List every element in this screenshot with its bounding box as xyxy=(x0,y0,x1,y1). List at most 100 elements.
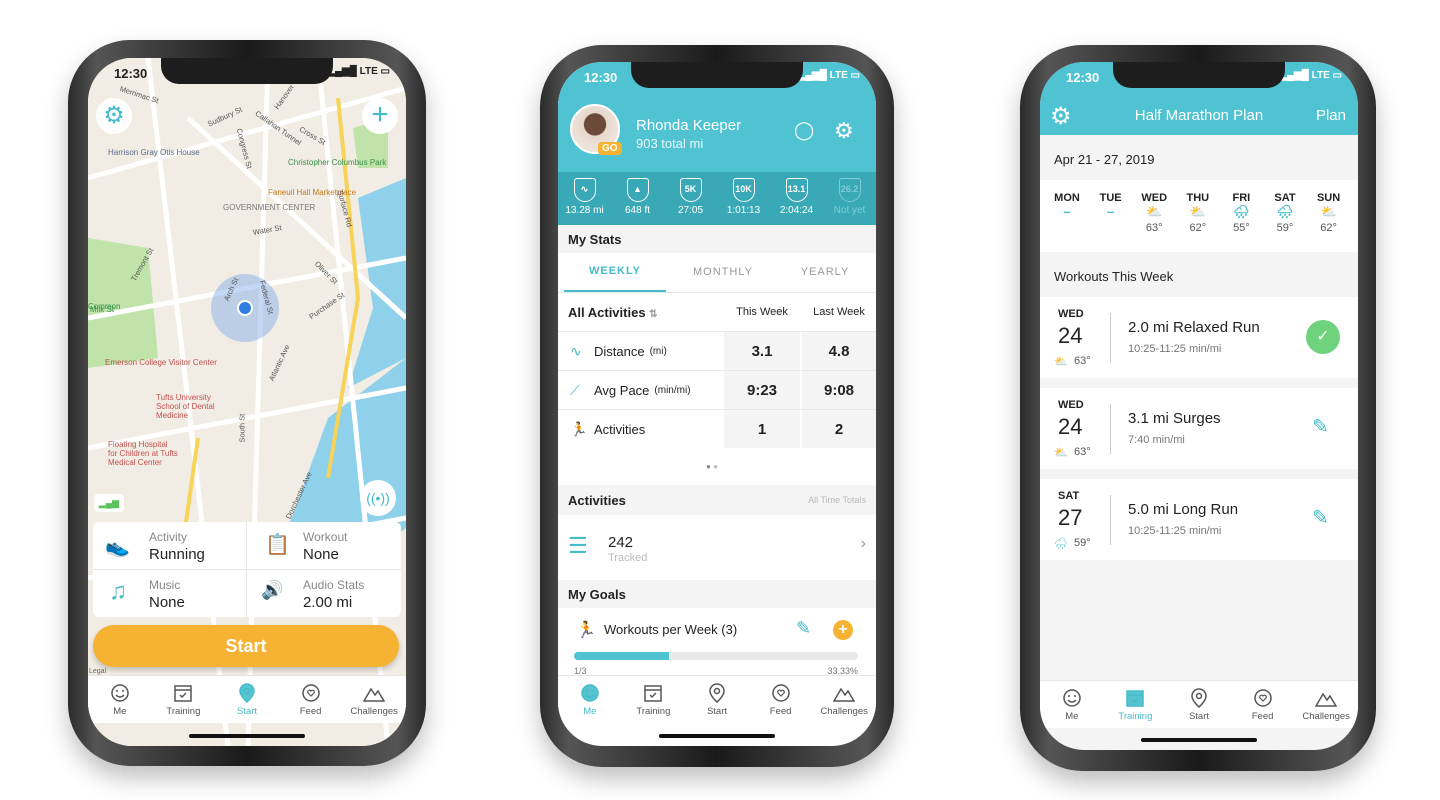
record-badge[interactable]: ∿ 13.28 mi xyxy=(558,172,611,225)
activities-tracked-row[interactable]: ☰ 242 Tracked › xyxy=(558,515,876,580)
total-miles: 903 total mi xyxy=(636,136,704,151)
workout-card[interactable]: SAT 27 🌧 59° 5.0 mi Long Run 10:25-11:25 min/… xyxy=(1040,479,1358,560)
tab-start[interactable]: Start xyxy=(685,676,749,723)
divider xyxy=(1110,313,1111,363)
tab-bar: Me Training Start Feed Challenges xyxy=(558,675,876,723)
shield-icon: 13.1 xyxy=(785,178,808,202)
tab-label: Training xyxy=(636,706,671,717)
broadcast-button[interactable]: ((•)) xyxy=(360,480,396,516)
tab-start[interactable]: Start xyxy=(1167,681,1231,728)
divider xyxy=(1110,404,1111,454)
distance-icon: ∿ xyxy=(570,342,582,359)
forecast-day: SAT 🌧 59° xyxy=(1263,192,1307,234)
add-goal-button[interactable]: + xyxy=(833,620,853,640)
settings-button[interactable]: ⚙ xyxy=(834,118,854,144)
location-pin-icon xyxy=(685,682,749,704)
rain-icon: 🌧 xyxy=(1054,538,1068,550)
edit-icon[interactable]: ✎ xyxy=(1312,414,1329,439)
record-badge[interactable]: 26.2 Not yet xyxy=(823,172,876,225)
tab-label: Feed xyxy=(1251,711,1274,722)
personal-records: ∿ 13.28 mi ▲ 648 ft 5K 27:05 10K 1:01:13 13.1 2:0… xyxy=(558,172,876,225)
list-icon: ☰ xyxy=(568,533,588,558)
chat-icon: ◯ xyxy=(794,120,815,140)
tab-label: Me xyxy=(583,706,597,717)
record-badge[interactable]: ▲ 648 ft xyxy=(611,172,664,225)
record-badge[interactable]: 13.1 2:04:24 xyxy=(770,172,823,225)
tab-me[interactable]: Me xyxy=(558,676,622,723)
tab-label: Start xyxy=(706,706,728,717)
calendar-check-icon xyxy=(1104,687,1168,709)
tab-me[interactable]: Me xyxy=(1040,681,1104,728)
shoe-icon: ⟋ xyxy=(570,381,580,398)
tab-weekly[interactable]: WEEKLY xyxy=(564,253,666,292)
audio-stats-card[interactable]: 🔊 Audio Stats 2.00 mi xyxy=(247,570,401,617)
shield-icon: ∿ xyxy=(573,178,596,202)
workout-card[interactable]: 📋 Workout None xyxy=(247,522,401,570)
partly-cloudy-icon: ⛅ xyxy=(1146,204,1163,219)
plan-button[interactable]: Plan xyxy=(1316,107,1346,124)
tab-feed[interactable]: Feed xyxy=(749,676,813,723)
tab-feed[interactable]: Feed xyxy=(279,676,343,723)
forecast-day: FRI 🌧 55° xyxy=(1219,192,1263,234)
partly-cloudy-icon: ⛅ xyxy=(1189,204,1206,219)
music-card[interactable]: ♫ Music None xyxy=(93,570,247,617)
gear-icon: ⚙ xyxy=(834,118,854,143)
page-title: Half Marathon Plan xyxy=(1134,107,1264,124)
tab-label: Start xyxy=(1188,711,1210,722)
activity-settings-panel: 👟 Activity Running 📋 Workout None ♫ Musi… xyxy=(93,522,401,617)
chat-heart-icon xyxy=(749,682,813,704)
location-pin-icon xyxy=(1167,687,1231,709)
notch xyxy=(1113,62,1285,88)
smiley-icon xyxy=(88,682,152,704)
tab-feed[interactable]: Feed xyxy=(1231,681,1295,728)
workout-card[interactable]: WED 24 ⛅ 63° 3.1 mi Surges 7:40 min/mi ✎ xyxy=(1040,388,1358,469)
tab-training[interactable]: Training xyxy=(622,676,686,723)
record-badge[interactable]: 10K 1:01:13 xyxy=(717,172,770,225)
chevron-right-icon: › xyxy=(860,535,866,552)
chat-button[interactable]: ◯ xyxy=(794,120,814,141)
workouts-header: Workouts This Week xyxy=(1054,269,1174,284)
tab-training[interactable]: Training xyxy=(1104,681,1168,728)
tab-yearly[interactable]: YEARLY xyxy=(774,253,876,292)
forecast-day: MON – xyxy=(1045,192,1089,222)
tab-bar: Me Training Start Feed Challenges xyxy=(88,675,406,723)
chat-heart-icon xyxy=(279,682,343,704)
checkmark-icon[interactable]: ✓ xyxy=(1306,320,1340,354)
stat-row: ∿ Distance (mi) 3.1 4.8 xyxy=(558,331,876,370)
forecast-day: THU ⛅ 62° xyxy=(1176,192,1220,234)
settings-button[interactable]: ⚙ xyxy=(96,98,132,134)
weekly-forecast: MON – TUE – WED ⛅ 63° THU ⛅ 62° FRI 🌧 55° SAT 🌧 59° SUN ⛅… xyxy=(1040,180,1358,252)
runner-icon: 🏃 xyxy=(570,420,588,437)
activity-filter[interactable]: All Activities ⇅ xyxy=(568,305,658,320)
dash-icon: – xyxy=(1106,204,1115,219)
chat-heart-icon xyxy=(1231,687,1295,709)
tab-challenges[interactable]: Challenges xyxy=(812,676,876,723)
tab-monthly[interactable]: MONTHLY xyxy=(672,253,774,292)
me-screen: 12:30 ▂▄▆█ LTE ▭ GO Rhonda Keeper 903 tot… xyxy=(558,62,876,746)
tab-training[interactable]: Training xyxy=(152,676,216,723)
dash-icon: – xyxy=(1063,204,1071,219)
record-badge[interactable]: 5K 27:05 xyxy=(664,172,717,225)
music-note-icon: ♫ xyxy=(109,578,127,605)
plus-icon: + xyxy=(371,98,389,131)
home-indicator xyxy=(1141,738,1257,742)
period-tabs: WEEKLY MONTHLY YEARLY xyxy=(558,253,876,292)
workout-card[interactable]: WED 24 ⛅ 63° 2.0 mi Relaxed Run 10:25-11:25 m… xyxy=(1040,297,1358,378)
tab-label: Training xyxy=(166,706,201,717)
tab-me[interactable]: Me xyxy=(88,676,152,723)
edit-goal-button[interactable]: ✎ xyxy=(796,618,811,639)
add-button[interactable]: + xyxy=(362,98,398,134)
home-indicator xyxy=(189,734,305,738)
calendar-check-icon xyxy=(152,682,216,704)
tab-start[interactable]: Start xyxy=(215,676,279,723)
shield-icon: 10K xyxy=(732,178,755,202)
edit-icon[interactable]: ✎ xyxy=(1312,505,1329,530)
goal-progress-bar xyxy=(574,652,858,660)
shield-icon: ▲ xyxy=(626,178,649,202)
activity-card[interactable]: 👟 Activity Running xyxy=(93,522,247,570)
my-stats-header: My Stats xyxy=(558,225,876,253)
tab-challenges[interactable]: Challenges xyxy=(1294,681,1358,728)
tab-challenges[interactable]: Challenges xyxy=(342,676,406,723)
start-button[interactable]: Start xyxy=(93,625,399,667)
tab-label: Feed xyxy=(769,706,792,717)
